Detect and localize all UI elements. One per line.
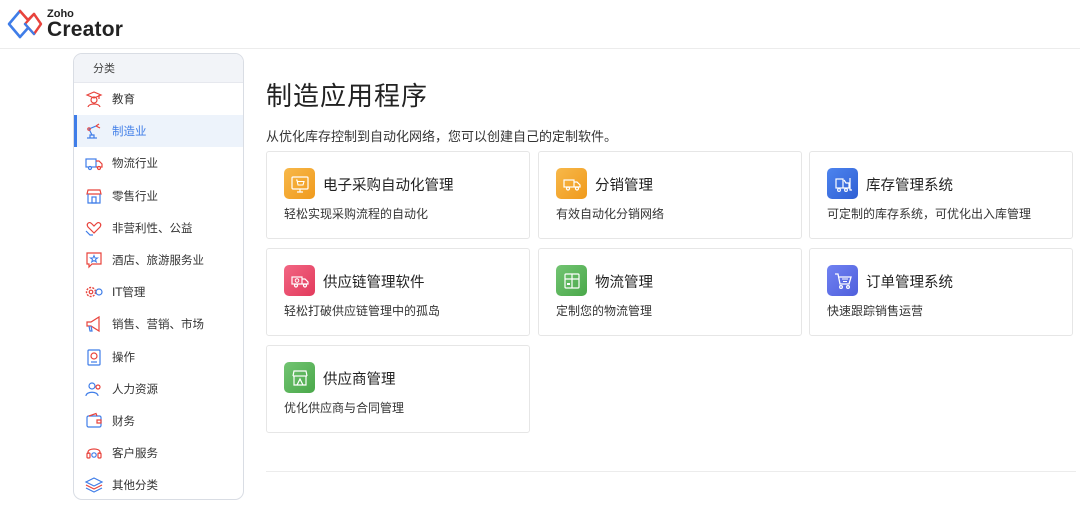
app-card-eprocurement[interactable]: 电子采购自动化管理 轻松实现采购流程的自动化	[266, 151, 530, 239]
card-title: 电子采购自动化管理	[323, 178, 454, 194]
sidebar-header: 分类	[74, 54, 243, 83]
gears-icon	[84, 282, 104, 302]
sidebar-item-label: 销售、营销、市场	[112, 317, 204, 332]
sidebar-item-nonprofit[interactable]: 非营利性、公益	[74, 212, 243, 244]
category-sidebar: 分类 教育 制造业 物流行业 零售行业 非营利性、公益 酒店、旅游服务业 IT管…	[73, 53, 244, 500]
creator-logo-icon	[7, 6, 43, 42]
package-icon	[556, 265, 587, 296]
sidebar-item-education[interactable]: 教育	[74, 83, 243, 115]
page-subtitle: 从优化库存控制到自动化网络，您可以创建自己的定制软件。	[266, 130, 618, 145]
sidebar-item-label: 操作	[112, 349, 135, 364]
card-title: 物流管理	[595, 275, 653, 291]
vendor-store-icon	[284, 362, 315, 393]
sidebar-item-retail[interactable]: 零售行业	[74, 180, 243, 212]
sidebar-item-other[interactable]: 其他分类	[74, 469, 243, 499]
card-description: 优化供应商与合同管理	[284, 401, 405, 415]
people-icon	[84, 379, 104, 399]
sidebar-item-label: 财务	[112, 413, 135, 428]
sidebar-item-label: 人力资源	[112, 381, 158, 396]
card-description: 可定制的库存系统，可优化出入库管理	[827, 207, 1032, 221]
main-content: 制造应用程序 从优化库存控制到自动化网络，您可以创建自己的定制软件。 电子采购自…	[266, 60, 1076, 433]
app-card-vendor-management[interactable]: 供应商管理 优化供应商与合同管理	[266, 345, 530, 433]
delivery-truck-icon	[556, 168, 587, 199]
card-title: 库存管理系统	[866, 178, 953, 194]
cart-icon	[284, 168, 315, 199]
app-card-inventory[interactable]: 库存管理系统 可定制的库存系统，可优化出入库管理	[809, 151, 1073, 239]
card-description: 快速跟踪销售运营	[827, 304, 924, 318]
truck-icon	[84, 153, 104, 173]
sidebar-item-operations[interactable]: 操作	[74, 341, 243, 373]
supply-truck-icon	[284, 265, 315, 296]
sidebar-item-label: 其他分类	[112, 478, 158, 493]
robot-arm-icon	[84, 121, 104, 141]
clipboard-gear-icon	[84, 347, 104, 367]
card-title: 供应链管理软件	[323, 275, 425, 291]
wallet-icon	[84, 411, 104, 431]
page-title: 制造应用程序	[266, 82, 429, 112]
sidebar-item-label: 酒店、旅游服务业	[112, 253, 204, 268]
sidebar-item-manufacturing[interactable]: 制造业	[74, 115, 243, 148]
sidebar-item-label: 客户服务	[112, 446, 158, 461]
card-title: 分销管理	[595, 178, 653, 194]
logo-creator-text: Creator	[47, 17, 124, 41]
category-list: 教育 制造业 物流行业 零售行业 非营利性、公益 酒店、旅游服务业 IT管理 销…	[74, 83, 243, 499]
app-card-order-management[interactable]: 订单管理系统 快速跟踪销售运营	[809, 248, 1073, 336]
card-title: 供应商管理	[323, 372, 396, 388]
sidebar-item-label: 零售行业	[112, 188, 158, 203]
card-description: 轻松实现采购流程的自动化	[284, 207, 429, 221]
sidebar-item-hr[interactable]: 人力资源	[74, 373, 243, 405]
app-card-logistics[interactable]: 物流管理 定制您的物流管理	[538, 248, 802, 336]
megaphone-icon	[84, 314, 104, 334]
zoho-creator-logo[interactable]: Zoho Creator	[7, 6, 123, 42]
sidebar-item-it[interactable]: IT管理	[74, 276, 243, 308]
sidebar-item-logistics[interactable]: 物流行业	[74, 147, 243, 179]
sidebar-item-label: 非营利性、公益	[112, 220, 193, 235]
sidebar-item-customer-service[interactable]: 客户服务	[74, 437, 243, 469]
sidebar-item-label: IT管理	[112, 285, 146, 300]
layers-icon	[84, 475, 104, 495]
graduation-icon	[84, 89, 104, 109]
sidebar-item-label: 物流行业	[112, 156, 158, 171]
sidebar-item-label: 制造业	[112, 124, 147, 139]
sidebar-item-finance[interactable]: 财务	[74, 405, 243, 437]
card-title: 订单管理系统	[866, 275, 953, 291]
heart-hand-icon	[84, 218, 104, 238]
order-cart-icon	[827, 265, 858, 296]
card-description: 有效自动化分销网络	[556, 207, 665, 221]
app-card-supply-chain[interactable]: 供应链管理软件 轻松打破供应链管理中的孤岛	[266, 248, 530, 336]
sidebar-item-sales-marketing[interactable]: 销售、营销、市场	[74, 308, 243, 340]
app-card-distribution[interactable]: 分销管理 有效自动化分销网络	[538, 151, 802, 239]
forklift-icon	[827, 168, 858, 199]
card-description: 轻松打破供应链管理中的孤岛	[284, 304, 441, 318]
footer-divider	[266, 471, 1076, 472]
sidebar-item-label: 教育	[112, 92, 135, 107]
top-bar: Zoho Creator	[0, 0, 1080, 49]
star-bubble-icon	[84, 250, 104, 270]
card-description: 定制您的物流管理	[556, 304, 653, 318]
headset-icon	[84, 443, 104, 463]
sidebar-item-hospitality[interactable]: 酒店、旅游服务业	[74, 244, 243, 276]
storefront-icon	[84, 186, 104, 206]
